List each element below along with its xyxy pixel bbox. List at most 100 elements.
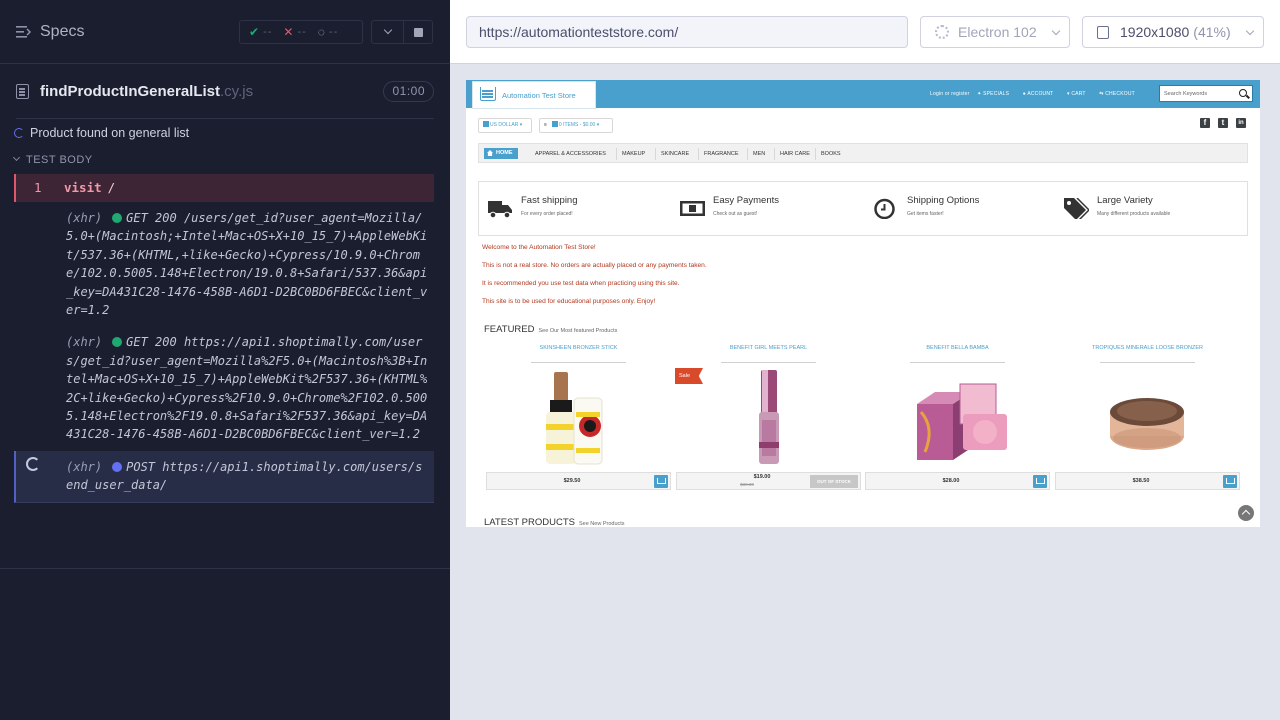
failed-stat: ✕ -- <box>283 25 306 39</box>
loading-spinner-icon <box>26 456 40 471</box>
command-xhr-pending[interactable]: (xhr) POST https://api1.shoptimally.com/u… <box>14 450 434 503</box>
browser-label: Electron 102 <box>958 24 1037 40</box>
chevron-down-icon <box>383 25 393 35</box>
xhr-method: GET 200 <box>126 335 177 350</box>
price-bar: $38.50 <box>1055 472 1240 490</box>
stats-bar: ✔ -- ✕ -- ◌ -- <box>239 20 363 44</box>
cart-logo-icon <box>480 87 496 101</box>
divider <box>0 568 450 569</box>
feature-title: Large Variety <box>1097 195 1153 206</box>
xhr-label: (xhr) <box>66 211 103 225</box>
price-bar: $19.00 $30.00 OUT OF STOCK <box>676 472 861 490</box>
command-xhr[interactable]: (xhr) GET 200 /users/get_id?user_agent=Mo… <box>14 202 434 326</box>
nav-hair-care[interactable]: HAIR CARE <box>774 148 815 160</box>
linkedin-icon[interactable]: in <box>1236 118 1246 128</box>
product-image[interactable] <box>486 368 671 468</box>
specs-title[interactable]: Specs <box>40 23 84 41</box>
login-link[interactable]: Login or register <box>930 91 970 97</box>
welcome-text: This site is to be used for educational … <box>482 298 656 305</box>
xhr-label: (xhr) <box>66 335 103 350</box>
command-xhr[interactable]: (xhr) GET 200 https://api1.shoptimally.co… <box>14 326 434 450</box>
test-body-label[interactable]: TEST BODY <box>12 153 93 166</box>
out-of-stock-button[interactable]: OUT OF STOCK <box>810 475 858 488</box>
product-name[interactable]: BENEFIT GIRL MEETS PEARL <box>676 345 861 351</box>
browser-selector[interactable]: Electron 102 <box>920 16 1070 48</box>
divider <box>531 362 626 363</box>
command-log: 1 visit / (xhr) GET 200 /users/get_id?user… <box>14 174 434 503</box>
currency-icon <box>483 121 489 127</box>
spec-file-row[interactable]: findProductInGeneralList.cy.js 01:00 <box>16 78 434 106</box>
cart-icon: ≡ <box>544 122 547 128</box>
add-to-cart-button[interactable] <box>1223 475 1237 488</box>
running-spinner-icon <box>14 128 24 138</box>
search-icon[interactable] <box>1239 89 1247 97</box>
nav-apparel[interactable]: APPAREL & ACCESSORIES <box>530 148 611 160</box>
site-logo[interactable]: Automation Test Store <box>472 81 596 109</box>
stop-button[interactable] <box>403 20 433 44</box>
aut-iframe: Automation Test Store Login or register … <box>466 80 1260 527</box>
divider <box>16 118 434 119</box>
command-visit[interactable]: 1 visit / <box>14 174 434 202</box>
product-name[interactable]: SKINSHEEN BRONZER STICK <box>486 345 671 351</box>
feature-title: Fast shipping <box>521 195 578 206</box>
currency-select[interactable]: US DOLLAR ▾ <box>478 118 532 133</box>
checkout-link[interactable]: ⇆ CHECKOUT <box>1099 91 1141 97</box>
command-number: 1 <box>34 180 42 195</box>
money-icon <box>680 201 705 216</box>
xhr-url: /users/get_id?user_agent=Mozilla/5.0+(Ma… <box>66 211 428 318</box>
add-to-cart-button[interactable] <box>654 475 668 488</box>
cart-summary[interactable]: ≡ 0 ITEMS - $0.00 ▾ <box>539 118 613 133</box>
collapse-all-button[interactable] <box>371 20 404 44</box>
command-name: visit / <box>64 180 116 195</box>
nav-books[interactable]: BOOKS <box>815 148 846 160</box>
product-name[interactable]: TROPIQUES MINERALE LOOSE BRONZER <box>1055 345 1240 351</box>
viewport-selector[interactable]: 1920x1080 (41%) <box>1082 16 1264 48</box>
feature-subtitle: Check out as guest! <box>713 211 758 217</box>
product-image[interactable] <box>865 368 1050 468</box>
xhr-method: GET 200 <box>126 211 177 225</box>
file-icon <box>16 84 29 99</box>
product-card[interactable]: SKINSHEEN BRONZER STICK $29.50 <box>486 342 671 492</box>
welcome-text: This is not a real store. No orders are … <box>482 262 707 269</box>
feature-title: Easy Payments <box>713 195 779 206</box>
nav-makeup[interactable]: MAKEUP <box>616 148 650 160</box>
pending-spinner-icon: ◌ <box>317 25 325 39</box>
facebook-icon[interactable]: f <box>1200 118 1210 128</box>
url-bar[interactable]: https://automationteststore.com/ <box>466 16 908 48</box>
add-to-cart-button[interactable] <box>1033 475 1047 488</box>
nav-fragrance[interactable]: FRAGRANCE <box>698 148 744 160</box>
specials-link[interactable]: ✦ SPECIALS <box>977 91 1015 97</box>
account-link[interactable]: ● ACCOUNT <box>1023 91 1060 97</box>
status-dot-icon <box>112 461 123 472</box>
nav-skincare[interactable]: SKINCARE <box>655 148 694 160</box>
aut-header: https://automationteststore.com/ Electro… <box>450 0 1280 64</box>
test-title[interactable]: Product found on general list <box>14 126 189 140</box>
divider <box>1100 362 1195 363</box>
chevron-down-icon <box>1051 26 1061 36</box>
cart-link[interactable]: ▾ CART <box>1067 91 1092 97</box>
nav-home[interactable]: HOME <box>484 148 518 159</box>
viewport-size: 1920x1080 <box>1120 24 1190 40</box>
specs-list-icon[interactable] <box>16 25 32 39</box>
feature-subtitle: For every order placed! <box>521 211 573 217</box>
divider <box>721 362 816 363</box>
site-search-input[interactable]: Search Keywords <box>1159 85 1253 102</box>
xhr-method: POST <box>126 459 156 474</box>
nav-men[interactable]: MEN <box>747 148 770 160</box>
product-card[interactable]: TROPIQUES MINERALE LOOSE BRONZER $38.50 <box>1055 342 1240 492</box>
product-card[interactable]: BENEFIT BELLA BAMBA $28.00 <box>865 342 1050 492</box>
product-old-price: $30.00 <box>740 482 754 487</box>
product-name[interactable]: BENEFIT BELLA BAMBA <box>865 345 1050 351</box>
viewport-icon <box>1097 26 1109 39</box>
product-card[interactable]: BENEFIT GIRL MEETS PEARL $19.00 $30.00 O… <box>676 342 861 492</box>
check-icon: ✔ <box>249 25 260 39</box>
scroll-to-top-button[interactable] <box>1238 505 1254 521</box>
price-bar: $29.50 <box>486 472 671 490</box>
product-image[interactable] <box>1055 368 1240 468</box>
product-image[interactable] <box>676 368 861 468</box>
reporter-header: Specs ✔ -- ✕ -- ◌ -- <box>0 0 450 64</box>
spec-name: findProductInGeneralList.cy.js <box>40 83 254 100</box>
twitter-icon[interactable]: t <box>1218 118 1228 128</box>
category-nav: HOME APPAREL & ACCESSORIES MAKEUP SKINCA… <box>478 143 1248 163</box>
clock-icon <box>874 198 895 219</box>
